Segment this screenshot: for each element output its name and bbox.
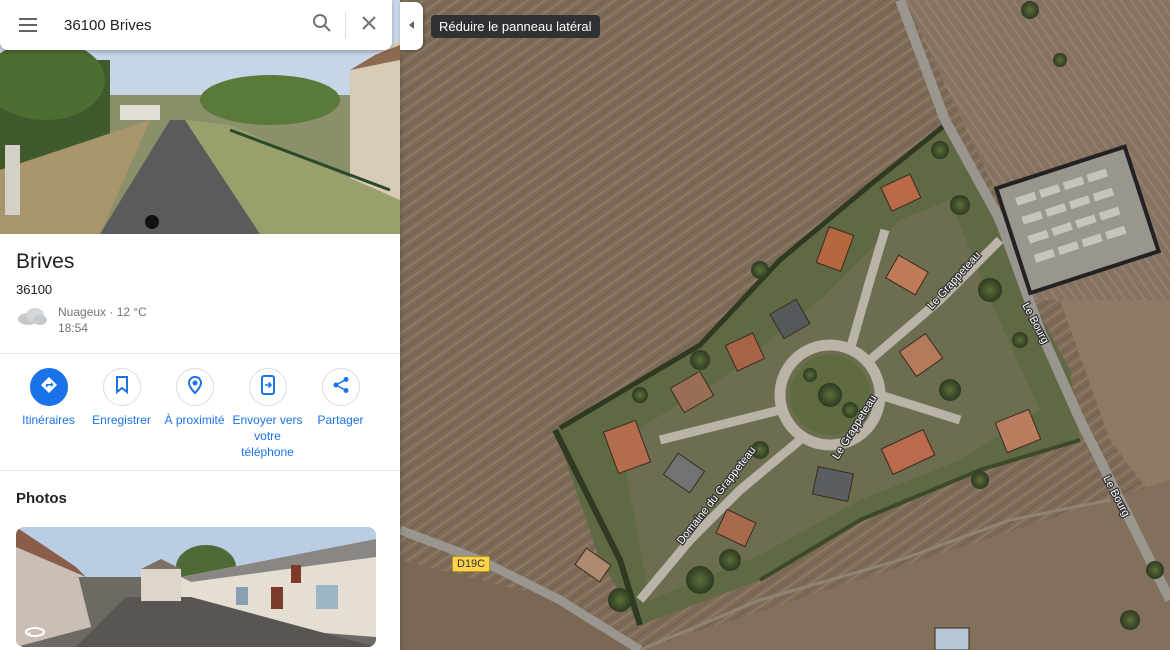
menu-button[interactable] [0, 0, 56, 50]
search-button[interactable] [299, 0, 345, 50]
bookmark-icon [114, 375, 130, 399]
send-to-phone-icon [260, 374, 276, 400]
search-input[interactable] [56, 5, 299, 45]
place-header: Brives 36100 [16, 250, 74, 297]
side-panel: Brives 36100 Nuageux · 12 °C 18:54 Itiné… [0, 0, 400, 650]
weather-condition: Nuageux · 12 °C [58, 305, 147, 319]
360-rotate-icon [24, 623, 46, 644]
directions-button[interactable]: Itinéraires [12, 368, 85, 460]
weather-info: Nuageux · 12 °C 18:54 [16, 304, 147, 336]
close-icon [361, 15, 377, 36]
place-title: Brives [16, 250, 75, 273]
route-badge-d19c: D19C [452, 556, 491, 572]
collapse-panel-button[interactable] [400, 2, 423, 50]
save-label: Enregistrer [92, 413, 151, 427]
photo-street-view-thumbnail[interactable] [16, 527, 376, 647]
save-button[interactable]: Enregistrer [85, 368, 158, 460]
share-icon [332, 376, 350, 399]
directions-label: Itinéraires [22, 413, 75, 427]
send-to-phone-label: Envoyer vers votre téléphone [232, 413, 303, 459]
nearby-label: À proximité [164, 413, 225, 427]
divider [0, 470, 400, 471]
hamburger-menu-icon [19, 16, 37, 34]
caret-left-icon [408, 17, 416, 35]
cloud-icon [16, 304, 48, 333]
clear-search-button[interactable] [346, 0, 392, 50]
collapse-panel-tooltip: Réduire le panneau latéral [431, 15, 600, 38]
divider [0, 353, 400, 354]
weather-time: 18:54 [58, 321, 89, 335]
place-postal-code: 36100 [16, 282, 53, 297]
photos-section-title: Photos [16, 490, 67, 507]
directions-icon [39, 375, 59, 400]
nearby-icon [186, 375, 204, 400]
share-label: Partager [317, 413, 364, 427]
send-to-phone-button[interactable]: Envoyer vers votre téléphone [231, 368, 304, 460]
nearby-button[interactable]: À proximité [158, 368, 231, 460]
search-box [0, 0, 392, 50]
action-buttons: Itinéraires Enregistrer À proximité Envo… [12, 368, 392, 460]
search-icon [312, 13, 332, 38]
share-button[interactable]: Partager [304, 368, 377, 460]
